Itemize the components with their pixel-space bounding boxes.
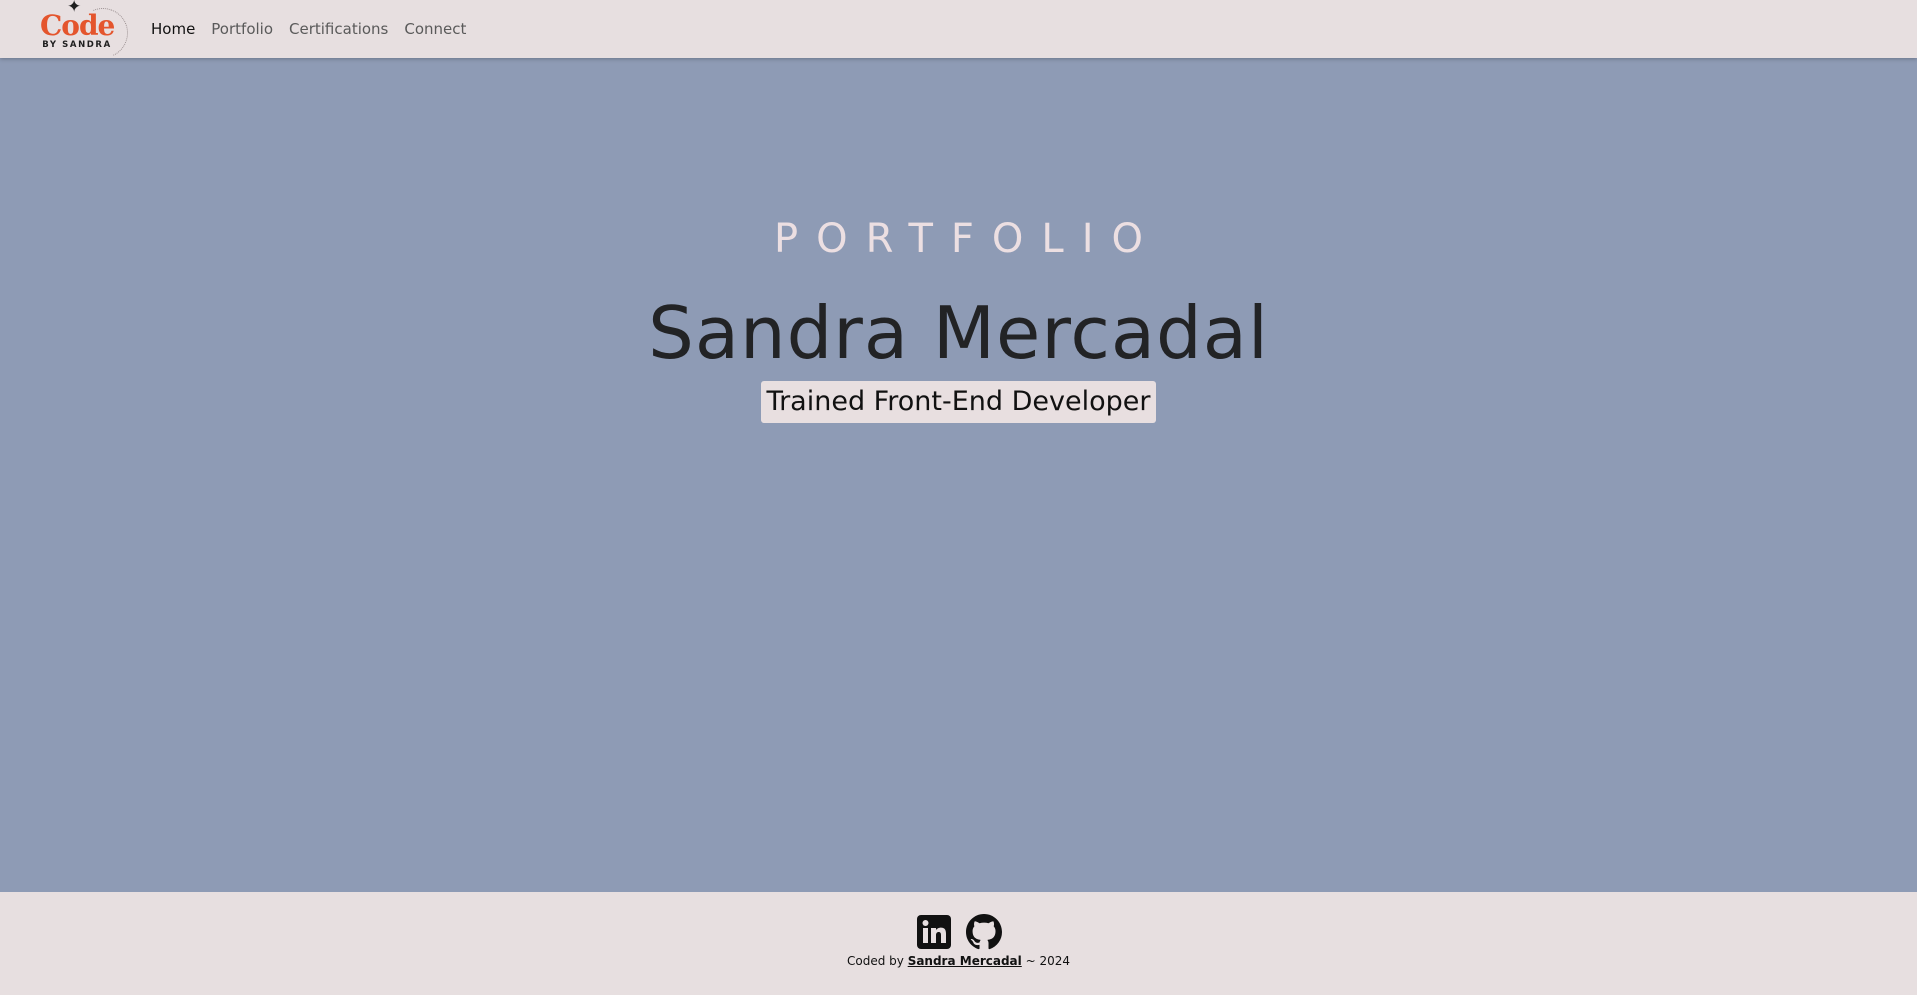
code-by-sandra-logo[interactable]: ✦ Code BY SANDRA bbox=[40, 0, 136, 66]
credit-prefix: Coded by bbox=[847, 954, 908, 968]
social-links bbox=[0, 914, 1917, 950]
hero-section: PORTFOLIO Sandra Mercadal Trained Front-… bbox=[0, 58, 1917, 892]
footer-credit: Coded by Sandra Mercadal ~ 2024 bbox=[0, 954, 1917, 968]
hero-name: Sandra Mercadal bbox=[648, 291, 1269, 375]
nav-link-connect[interactable]: Connect bbox=[404, 20, 466, 38]
github-icon[interactable] bbox=[965, 914, 1002, 950]
credit-suffix: ~ 2024 bbox=[1021, 954, 1070, 968]
linkedin-icon[interactable] bbox=[916, 914, 952, 950]
hero-tagline: Trained Front-End Developer bbox=[760, 381, 1157, 423]
navbar: ✦ Code BY SANDRA Home Portfolio Certific… bbox=[0, 0, 1917, 66]
logo-subtitle: BY SANDRA bbox=[42, 40, 112, 50]
hero-eyebrow: PORTFOLIO bbox=[774, 216, 1161, 262]
logo-wordmark: Code bbox=[40, 9, 115, 42]
nav-link-certifications[interactable]: Certifications bbox=[289, 20, 388, 38]
credit-author-link[interactable]: Sandra Mercadal bbox=[908, 954, 1022, 968]
nav-link-portfolio[interactable]: Portfolio bbox=[211, 20, 273, 38]
footer: Coded by Sandra Mercadal ~ 2024 bbox=[0, 892, 1917, 995]
main-nav: Home Portfolio Certifications Connect bbox=[151, 0, 482, 58]
hero-tagline-wrap: Trained Front-End Developer bbox=[0, 381, 1917, 423]
nav-link-home[interactable]: Home bbox=[151, 20, 195, 38]
